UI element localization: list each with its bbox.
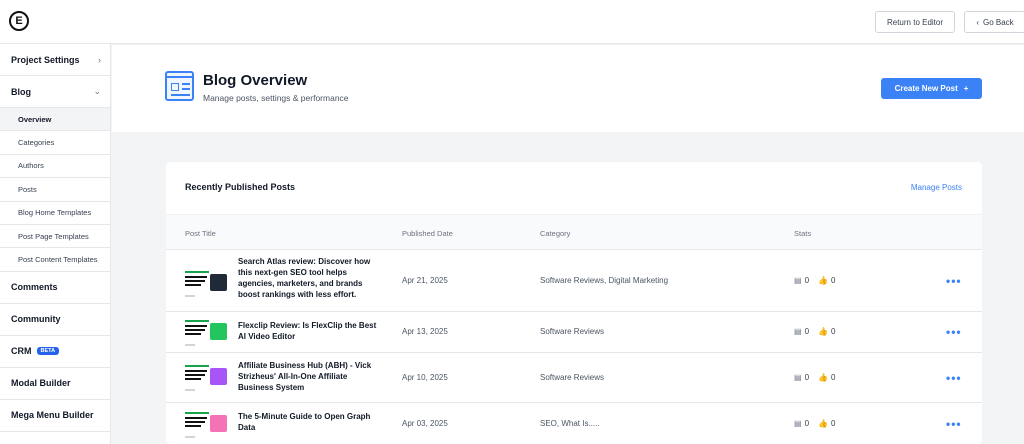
manage-posts-link[interactable]: Manage Posts bbox=[911, 183, 962, 192]
more-options-icon[interactable]: ••• bbox=[946, 417, 962, 431]
like-count: 0 bbox=[830, 373, 836, 382]
post-stats: ▤ 0 👍 0 bbox=[794, 419, 835, 428]
post-stats: ▤ 0 👍 0 bbox=[794, 373, 835, 382]
post-category: Software Reviews bbox=[540, 373, 605, 382]
top-bar: E Return to Editor ‹ Go Back bbox=[0, 0, 1024, 44]
post-category: SEO, What Is..... bbox=[540, 419, 600, 428]
logo-letter: E bbox=[15, 14, 23, 27]
blog-overview-icon bbox=[165, 71, 194, 101]
post-stats: ▤ 0 👍 0 bbox=[794, 327, 835, 336]
sidebar-item-posts[interactable]: Posts bbox=[0, 178, 110, 202]
more-options-icon[interactable]: ••• bbox=[946, 325, 962, 339]
column-header-stats: Stats bbox=[794, 229, 812, 238]
more-options-icon[interactable]: ••• bbox=[946, 371, 962, 385]
like-count: 0 bbox=[830, 276, 836, 285]
post-stats: ▤ 0 👍 0 bbox=[794, 276, 835, 285]
thumbs-up-icon: 👍 bbox=[818, 276, 828, 285]
column-header-post-title: Post Title bbox=[185, 229, 216, 238]
sidebar-item-comments[interactable]: Comments bbox=[0, 272, 110, 304]
like-count: 0 bbox=[830, 327, 836, 336]
table-row[interactable]: Search Atlas review: Discover how this n… bbox=[166, 250, 982, 312]
sidebar-item-label: Mega Menu Builder bbox=[11, 410, 94, 421]
recent-posts-card: Recently Published Posts Manage Posts Po… bbox=[166, 162, 982, 444]
beta-badge: BETA bbox=[36, 347, 60, 356]
sidebar-item-label: Community bbox=[11, 314, 61, 325]
table-row[interactable]: The 5-Minute Guide to Open Graph Data Ap… bbox=[166, 403, 982, 444]
post-thumbnail bbox=[185, 271, 227, 297]
post-category: Software Reviews, Digital Marketing bbox=[540, 276, 669, 285]
post-thumbnail bbox=[185, 365, 227, 391]
table-header: Post Title Published Date Category Stats bbox=[166, 214, 982, 250]
sidebar-item-label: Blog bbox=[11, 86, 31, 97]
comment-icon: ▤ bbox=[794, 276, 802, 285]
post-title[interactable]: Affiliate Business Hub (ABH) - Vick Stri… bbox=[238, 360, 378, 393]
post-title[interactable]: The 5-Minute Guide to Open Graph Data bbox=[238, 411, 378, 433]
comment-count: 0 bbox=[804, 373, 810, 382]
chevron-right-icon: › bbox=[98, 54, 101, 65]
table-row[interactable]: Flexclip Review: Is FlexClip the Best AI… bbox=[166, 312, 982, 353]
post-date: Apr 10, 2025 bbox=[402, 373, 448, 382]
sidebar-item-project-settings[interactable]: Project Settings › bbox=[0, 44, 110, 76]
card-title: Recently Published Posts bbox=[185, 182, 296, 192]
post-category: Software Reviews bbox=[540, 327, 605, 336]
comment-icon: ▤ bbox=[794, 419, 802, 428]
page-subtitle: Manage posts, settings & performance bbox=[203, 93, 349, 103]
post-title[interactable]: Flexclip Review: Is FlexClip the Best AI… bbox=[238, 320, 378, 342]
sidebar-item-blog-home-templates[interactable]: Blog Home Templates bbox=[0, 202, 110, 225]
comment-count: 0 bbox=[804, 327, 810, 336]
thumbs-up-icon: 👍 bbox=[818, 373, 828, 382]
comment-count: 0 bbox=[804, 276, 810, 285]
plus-icon: + bbox=[963, 84, 969, 93]
sidebar-item-blog[interactable]: Blog ⌄ bbox=[0, 76, 110, 108]
sidebar-item-label: Comments bbox=[11, 282, 58, 293]
post-thumbnail bbox=[185, 320, 227, 346]
thumbs-up-icon: 👍 bbox=[818, 327, 828, 336]
post-date: Apr 13, 2025 bbox=[402, 327, 448, 336]
sidebar-item-label: Modal Builder bbox=[11, 378, 71, 389]
sidebar: Project Settings › Blog ⌄ Overview Categ… bbox=[0, 44, 111, 444]
post-thumbnail bbox=[185, 412, 227, 438]
go-back-label: Go Back bbox=[982, 17, 1014, 27]
app-logo[interactable]: E bbox=[9, 11, 29, 31]
column-header-category: Category bbox=[540, 229, 571, 238]
chevron-down-icon: ⌄ bbox=[93, 86, 101, 96]
chevron-left-icon: ‹ bbox=[976, 17, 979, 27]
sidebar-item-overview[interactable]: Overview bbox=[0, 108, 110, 132]
sidebar-item-modal-builder[interactable]: Modal Builder bbox=[0, 368, 110, 400]
return-to-editor-button[interactable]: Return to Editor bbox=[875, 11, 955, 33]
sidebar-item-post-content-templates[interactable]: Post Content Templates bbox=[0, 248, 110, 272]
sidebar-item-categories[interactable]: Categories bbox=[0, 131, 110, 155]
create-new-post-label: Create New Post bbox=[894, 84, 958, 93]
post-date: Apr 03, 2025 bbox=[402, 419, 448, 428]
comment-icon: ▤ bbox=[794, 327, 802, 336]
sidebar-item-crm[interactable]: CRM BETA bbox=[0, 336, 110, 368]
sidebar-item-mega-menu-builder[interactable]: Mega Menu Builder bbox=[0, 400, 110, 432]
more-options-icon[interactable]: ••• bbox=[946, 274, 962, 288]
post-date: Apr 21, 2025 bbox=[402, 276, 448, 285]
sidebar-item-authors[interactable]: Authors bbox=[0, 155, 110, 179]
page-title: Blog Overview bbox=[203, 72, 308, 89]
sidebar-item-post-page-templates[interactable]: Post Page Templates bbox=[0, 225, 110, 249]
comment-count: 0 bbox=[804, 419, 810, 428]
page-header: Blog Overview Manage posts, settings & p… bbox=[112, 45, 1024, 132]
like-count: 0 bbox=[830, 419, 836, 428]
sidebar-item-label: Project Settings bbox=[11, 54, 80, 65]
table-row[interactable]: Affiliate Business Hub (ABH) - Vick Stri… bbox=[166, 353, 982, 403]
go-back-button[interactable]: ‹ Go Back bbox=[964, 11, 1024, 33]
comment-icon: ▤ bbox=[794, 373, 802, 382]
post-title[interactable]: Search Atlas review: Discover how this n… bbox=[238, 256, 378, 300]
column-header-published-date: Published Date bbox=[402, 229, 453, 238]
return-to-editor-label: Return to Editor bbox=[886, 17, 944, 27]
thumbs-up-icon: 👍 bbox=[818, 419, 828, 428]
create-new-post-button[interactable]: Create New Post + bbox=[881, 78, 982, 99]
sidebar-item-label: CRM bbox=[11, 346, 32, 357]
sidebar-item-community[interactable]: Community bbox=[0, 304, 110, 336]
